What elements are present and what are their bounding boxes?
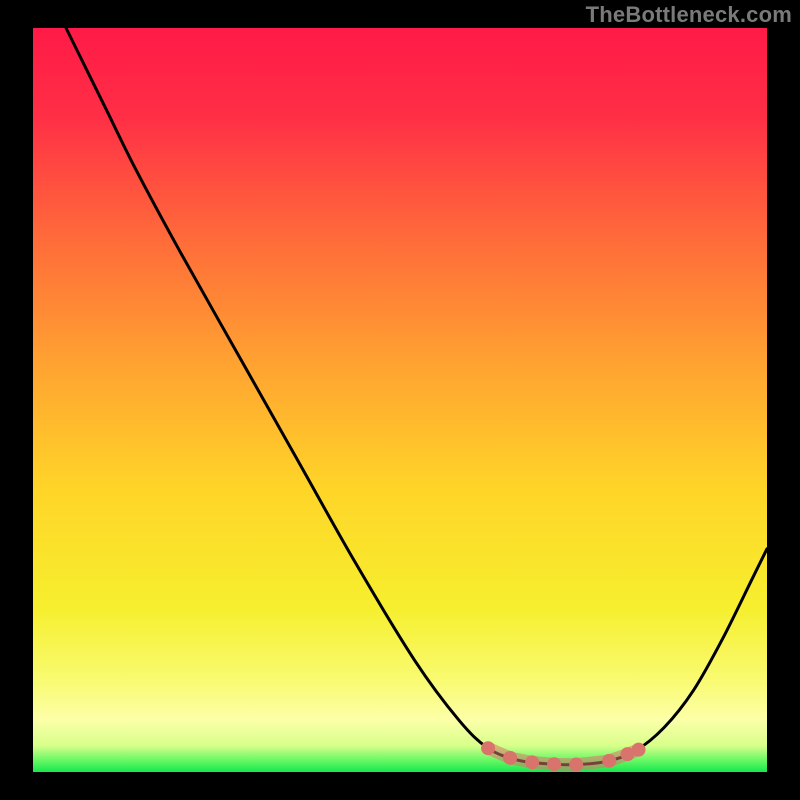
optimal-marker [569, 758, 583, 772]
optimal-marker [481, 741, 495, 755]
optimal-marker [602, 754, 616, 768]
gradient-background [33, 28, 767, 772]
optimal-marker [547, 757, 561, 771]
watermark-text: TheBottleneck.com [586, 2, 792, 28]
optimal-marker [503, 751, 517, 765]
plot-area [33, 28, 767, 772]
bottleneck-curve-chart [33, 28, 767, 772]
optimal-marker [525, 755, 539, 769]
optimal-marker [632, 743, 646, 757]
chart-frame: TheBottleneck.com [0, 0, 800, 800]
